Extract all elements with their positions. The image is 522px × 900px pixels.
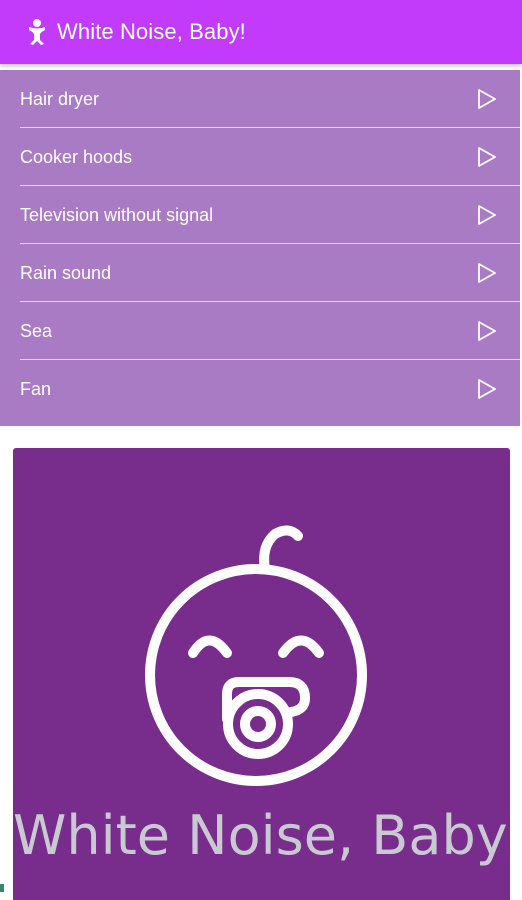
edge-marker	[0, 884, 4, 892]
sound-item-label: Rain sound	[20, 262, 112, 283]
app-title: White Noise, Baby!	[57, 19, 246, 44]
sound-item-label: Fan	[20, 378, 52, 399]
sound-item-television-without-signal[interactable]: Television without signal	[0, 186, 520, 244]
play-icon[interactable]	[476, 320, 498, 342]
sound-item-fan[interactable]: Fan	[0, 360, 520, 418]
sound-item-cooker-hoods[interactable]: Cooker hoods	[0, 128, 520, 186]
sound-item-sea[interactable]: Sea	[0, 302, 520, 360]
sound-list: Hair dryer Cooker hoods Television witho…	[0, 70, 520, 426]
play-icon[interactable]	[476, 378, 498, 400]
sound-item-rain-sound[interactable]: Rain sound	[0, 244, 520, 302]
baby-icon	[26, 18, 48, 46]
sound-item-label: Sea	[20, 320, 53, 341]
sound-item-label: Television without signal	[20, 204, 214, 225]
play-icon[interactable]	[476, 262, 498, 284]
banner-title: White Noise, Baby!	[13, 804, 510, 867]
play-icon[interactable]	[476, 204, 498, 226]
sound-item-label: Hair dryer	[20, 88, 100, 109]
play-icon[interactable]	[476, 146, 498, 168]
app-bar: White Noise, Baby!	[0, 0, 522, 64]
app-banner: White Noise, Baby!	[13, 448, 510, 900]
sound-item-hair-dryer[interactable]: Hair dryer	[0, 70, 520, 128]
play-icon[interactable]	[476, 88, 498, 110]
sound-item-label: Cooker hoods	[20, 146, 133, 167]
